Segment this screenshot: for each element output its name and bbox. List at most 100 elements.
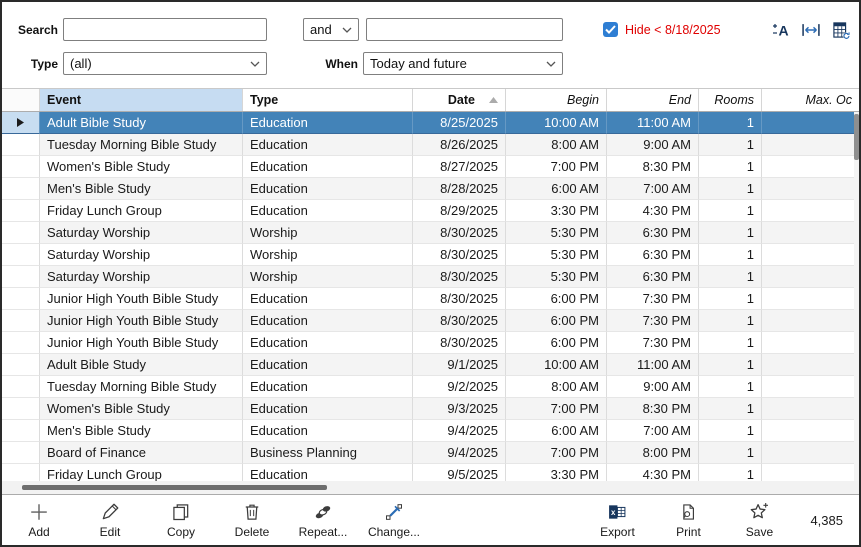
cell-type[interactable]: Education [243,134,413,156]
cell-rooms[interactable]: 1 [699,178,762,200]
cell-type[interactable]: Worship [243,244,413,266]
cell-max-occupancy[interactable] [762,310,859,332]
cell-date[interactable]: 8/30/2025 [413,310,506,332]
cell-event[interactable]: Adult Bible Study [40,112,243,134]
cell-begin[interactable]: 6:00 PM [506,332,607,354]
cell-rooms[interactable]: 1 [699,112,762,134]
cell-rooms[interactable]: 1 [699,244,762,266]
cell-max-occupancy[interactable] [762,288,859,310]
cell-begin[interactable]: 3:30 PM [506,464,607,481]
vertical-scrollbar[interactable] [854,112,859,481]
row-indicator-cell[interactable] [2,354,40,376]
cell-event[interactable]: Women's Bible Study [40,398,243,420]
row-indicator-cell[interactable] [2,288,40,310]
search-input-2[interactable] [366,18,563,41]
cell-event[interactable]: Board of Finance [40,442,243,464]
cell-event[interactable]: Friday Lunch Group [40,200,243,222]
cell-end[interactable]: 6:30 PM [607,244,699,266]
cell-max-occupancy[interactable] [762,156,859,178]
table-row[interactable]: Men's Bible Study Education 9/4/2025 6:00 A… [2,420,859,442]
cell-event[interactable]: Adult Bible Study [40,354,243,376]
fit-width-icon[interactable] [800,19,821,40]
export-button[interactable]: x Export [588,497,646,543]
cell-max-occupancy[interactable] [762,200,859,222]
cell-end[interactable]: 7:00 AM [607,420,699,442]
cell-max-occupancy[interactable] [762,398,859,420]
cell-max-occupancy[interactable] [762,332,859,354]
cell-event[interactable]: Men's Bible Study [40,420,243,442]
cell-end[interactable]: 4:30 PM [607,464,699,481]
cell-type[interactable]: Education [243,200,413,222]
cell-date[interactable]: 9/1/2025 [413,354,506,376]
cell-begin[interactable]: 7:00 PM [506,398,607,420]
cell-end[interactable]: 8:30 PM [607,156,699,178]
horizontal-scrollbar-thumb[interactable] [22,485,327,490]
cell-max-occupancy[interactable] [762,354,859,376]
cell-end[interactable]: 9:00 AM [607,376,699,398]
cell-date[interactable]: 8/29/2025 [413,200,506,222]
cell-end[interactable]: 8:30 PM [607,398,699,420]
cell-end[interactable]: 11:00 AM [607,112,699,134]
table-row[interactable]: Friday Lunch Group Education 9/5/2025 3:30 … [2,464,859,481]
cell-max-occupancy[interactable] [762,420,859,442]
cell-begin[interactable]: 6:00 AM [506,178,607,200]
cell-date[interactable]: 9/4/2025 [413,420,506,442]
column-header-end[interactable]: End [607,89,699,111]
cell-date[interactable]: 9/5/2025 [413,464,506,481]
table-row[interactable]: Women's Bible Study Education 9/3/2025 7:00… [2,398,859,420]
cell-rooms[interactable]: 1 [699,464,762,481]
cell-date[interactable]: 9/3/2025 [413,398,506,420]
change-button[interactable]: Change... [365,497,423,543]
cell-end[interactable]: 7:00 AM [607,178,699,200]
table-row[interactable]: Tuesday Morning Bible Study Education 9/2/… [2,376,859,398]
cell-rooms[interactable]: 1 [699,442,762,464]
row-indicator-cell[interactable] [2,332,40,354]
font-size-icon[interactable]: A [770,19,791,40]
cell-event[interactable]: Junior High Youth Bible Study [40,288,243,310]
edit-button[interactable]: Edit [81,497,139,543]
cell-end[interactable]: 7:30 PM [607,288,699,310]
table-row[interactable]: Tuesday Morning Bible Study Education 8/26… [2,134,859,156]
cell-rooms[interactable]: 1 [699,266,762,288]
column-header-type[interactable]: Type [243,89,413,111]
cell-type[interactable]: Education [243,112,413,134]
table-row[interactable]: Junior High Youth Bible Study Education 8/… [2,288,859,310]
search-operator-select[interactable]: and [303,18,359,41]
cell-type[interactable]: Education [243,398,413,420]
cell-rooms[interactable]: 1 [699,222,762,244]
column-header-date[interactable]: Date [413,89,506,111]
table-row[interactable]: Saturday Worship Worship 8/30/2025 5:30 PM 6… [2,266,859,288]
table-row[interactable]: Junior High Youth Bible Study Education 8/… [2,332,859,354]
cell-date[interactable]: 9/2/2025 [413,376,506,398]
row-indicator-cell[interactable] [2,266,40,288]
when-select[interactable]: Today and future [363,52,563,75]
cell-end[interactable]: 11:00 AM [607,354,699,376]
cell-event[interactable]: Junior High Youth Bible Study [40,310,243,332]
repeat-button[interactable]: Repeat... [294,497,352,543]
table-row[interactable]: Men's Bible Study Education 8/28/2025 6:00 … [2,178,859,200]
table-row[interactable]: Friday Lunch Group Education 8/29/2025 3:30… [2,200,859,222]
vertical-scrollbar-thumb[interactable] [854,114,859,160]
cell-max-occupancy[interactable] [762,134,859,156]
cell-type[interactable]: Education [243,464,413,481]
cell-event[interactable]: Tuesday Morning Bible Study [40,376,243,398]
cell-event[interactable]: Friday Lunch Group [40,464,243,481]
print-button[interactable]: Print [659,497,717,543]
type-select[interactable]: (all) [63,52,267,75]
cell-event[interactable]: Saturday Worship [40,222,243,244]
table-row[interactable]: Adult Bible Study Education 8/25/2025 10:00… [2,112,859,134]
cell-date[interactable]: 9/4/2025 [413,442,506,464]
cell-begin[interactable]: 7:00 PM [506,442,607,464]
cell-event[interactable]: Junior High Youth Bible Study [40,332,243,354]
cell-begin[interactable]: 3:30 PM [506,200,607,222]
column-header-begin[interactable]: Begin [506,89,607,111]
row-indicator-cell[interactable] [2,156,40,178]
row-indicator-cell[interactable] [2,178,40,200]
cell-max-occupancy[interactable] [762,178,859,200]
row-indicator-cell[interactable] [2,310,40,332]
cell-type[interactable]: Education [243,332,413,354]
cell-rooms[interactable]: 1 [699,420,762,442]
row-indicator-cell[interactable] [2,222,40,244]
cell-type[interactable]: Education [243,156,413,178]
cell-max-occupancy[interactable] [762,244,859,266]
